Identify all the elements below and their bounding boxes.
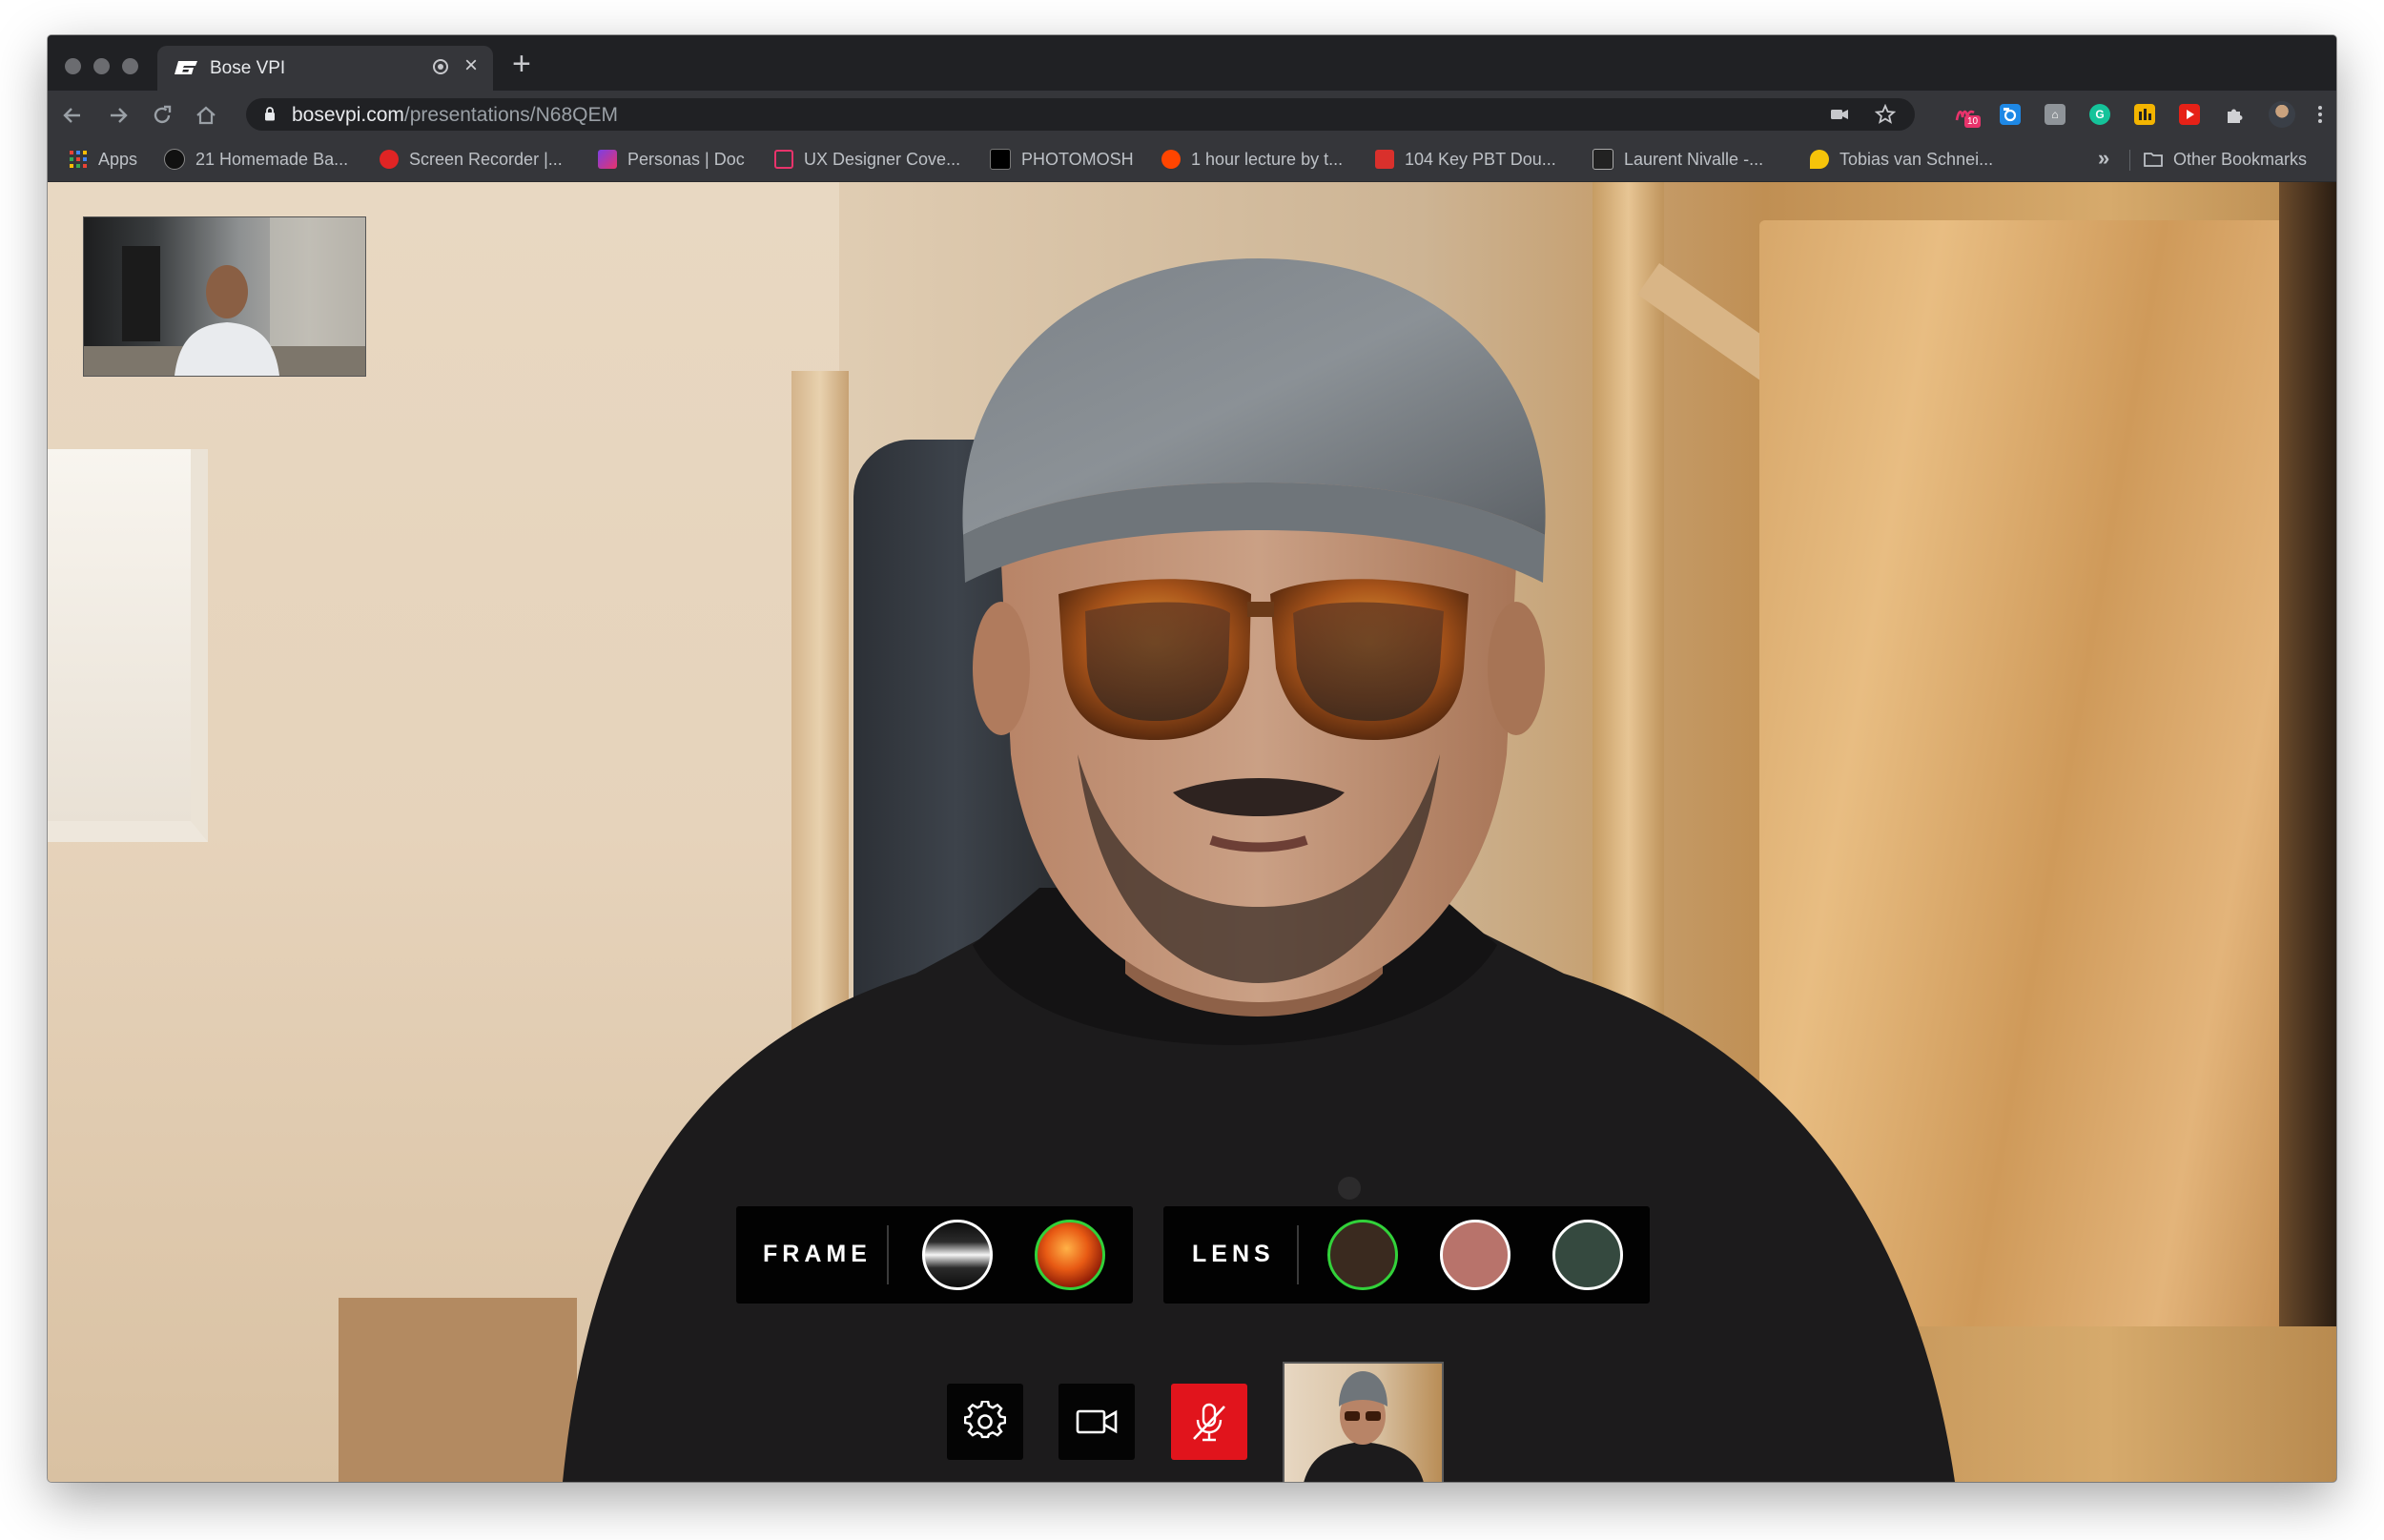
lens-panel: LENS bbox=[1163, 1206, 1650, 1304]
browser-window: Bose VPI × + bosevpi.com/presentations/N… bbox=[48, 35, 2336, 1482]
key-pbt-favicon-icon bbox=[1375, 150, 1394, 169]
bookmark-ux-designer[interactable]: UX Designer Cove... bbox=[774, 147, 960, 172]
background-window bbox=[48, 449, 208, 842]
home-icon[interactable] bbox=[193, 102, 219, 129]
bookmark-star-icon[interactable] bbox=[1875, 104, 1896, 125]
bookmark-tobias[interactable]: Tobias van Schnei... bbox=[1810, 147, 1993, 172]
reload-icon[interactable] bbox=[149, 102, 175, 129]
tab-bose-vpi[interactable]: Bose VPI × bbox=[157, 46, 493, 91]
camera-extension-icon[interactable] bbox=[2000, 104, 2021, 125]
homemade-favicon-icon bbox=[164, 149, 185, 170]
folder-icon bbox=[2144, 153, 2163, 167]
forward-arrow-icon[interactable] bbox=[105, 102, 132, 129]
bookmark-personas[interactable]: Personas | Doc bbox=[598, 147, 745, 172]
address-bar[interactable]: bosevpi.com/presentations/N68QEM bbox=[246, 98, 1915, 131]
ux-designer-favicon-icon bbox=[774, 150, 793, 169]
laurent-favicon-icon bbox=[1593, 149, 1613, 170]
frame-swatch-black[interactable] bbox=[922, 1220, 993, 1290]
bookmark-apps[interactable]: Apps bbox=[69, 147, 137, 172]
tab-strip: Bose VPI × + bbox=[48, 35, 2336, 91]
mojo-badge: 10 bbox=[1964, 115, 1982, 128]
minimize-window-button[interactable] bbox=[93, 58, 110, 74]
video-stage: FRAME LENS bbox=[48, 182, 2336, 1482]
self-view-video[interactable] bbox=[1283, 1362, 1444, 1482]
bose-logo-icon bbox=[175, 61, 197, 74]
bookmark-key-pbt[interactable]: 104 Key PBT Dou... bbox=[1375, 147, 1556, 172]
participant-thumbnail-video bbox=[84, 217, 365, 376]
photomosh-favicon-icon bbox=[990, 149, 1011, 170]
screen-recorder-favicon-icon bbox=[380, 150, 399, 169]
camera-toggle-button[interactable] bbox=[1058, 1384, 1135, 1460]
mojo-extension-icon[interactable]: 10 bbox=[1955, 104, 1982, 128]
url-path: /presentations/N68QEM bbox=[403, 104, 618, 126]
bookmark-laurent[interactable]: Laurent Nivalle -... bbox=[1593, 147, 1763, 172]
gear-icon bbox=[964, 1401, 1006, 1439]
extensions-puzzle-icon[interactable] bbox=[2224, 104, 2245, 125]
bookmark-homemade[interactable]: 21 Homemade Ba... bbox=[164, 147, 348, 172]
video-camera-icon bbox=[1076, 1409, 1118, 1434]
apps-grid-icon bbox=[70, 151, 87, 168]
lens-label: LENS bbox=[1192, 1241, 1275, 1267]
background-shadow bbox=[2279, 182, 2336, 1326]
frame-swatch-tortoise[interactable] bbox=[1035, 1220, 1105, 1290]
maximize-window-button[interactable] bbox=[122, 58, 138, 74]
hub-extension-icon[interactable] bbox=[2134, 104, 2155, 125]
tobias-favicon-icon bbox=[1810, 150, 1829, 169]
back-arrow-icon[interactable] bbox=[59, 102, 86, 129]
bookmark-screen-recorder[interactable]: Screen Recorder |... bbox=[380, 147, 563, 172]
other-bookmarks[interactable]: Other Bookmarks bbox=[2144, 147, 2307, 172]
frame-label: FRAME bbox=[763, 1241, 872, 1267]
tile-extension-icon[interactable]: ⌂ bbox=[2045, 104, 2065, 125]
profile-avatar[interactable] bbox=[2269, 101, 2295, 128]
bookmarks-bar: Apps 21 Homemade Ba... Screen Recorder |… bbox=[48, 138, 2336, 182]
mic-muted-icon bbox=[1193, 1403, 1225, 1442]
frame-panel: FRAME bbox=[736, 1206, 1133, 1304]
lens-swatch-dark-green[interactable] bbox=[1552, 1220, 1623, 1290]
reddit-favicon-icon bbox=[1161, 150, 1181, 169]
bookmarks-overflow-button[interactable]: » bbox=[2098, 146, 2109, 171]
personas-favicon-icon bbox=[598, 150, 617, 169]
bookmark-photomosh[interactable]: PHOTOMOSH bbox=[990, 147, 1134, 172]
url-host: bosevpi.com bbox=[292, 104, 404, 126]
self-view-image bbox=[1304, 1371, 1424, 1482]
youtube-extension-icon[interactable] bbox=[2179, 104, 2200, 125]
participant-thumbnail[interactable] bbox=[83, 216, 366, 377]
new-tab-button[interactable]: + bbox=[512, 48, 531, 80]
grammarly-extension-icon[interactable]: G bbox=[2089, 104, 2110, 125]
lock-icon bbox=[265, 107, 275, 121]
mic-toggle-button[interactable] bbox=[1171, 1384, 1247, 1460]
lens-divider bbox=[1297, 1225, 1299, 1284]
lens-swatch-dark-brown[interactable] bbox=[1327, 1220, 1398, 1290]
tab-close-icon[interactable]: × bbox=[464, 54, 478, 77]
settings-button[interactable] bbox=[947, 1384, 1023, 1460]
camera-in-use-icon[interactable] bbox=[1829, 104, 1850, 125]
browser-toolbar: bosevpi.com/presentations/N68QEM 10 ⌂ G bbox=[48, 91, 2336, 138]
tab-title: Bose VPI bbox=[210, 58, 286, 78]
kebab-menu-icon[interactable] bbox=[2310, 104, 2331, 125]
url-text: bosevpi.com/presentations/N68QEM bbox=[292, 104, 618, 127]
lens-swatch-rose[interactable] bbox=[1440, 1220, 1511, 1290]
frame-divider bbox=[887, 1225, 889, 1284]
bookmarks-divider bbox=[2129, 150, 2130, 171]
close-window-button[interactable] bbox=[65, 58, 81, 74]
recording-indicator-icon bbox=[433, 59, 448, 74]
bookmark-lecture[interactable]: 1 hour lecture by t... bbox=[1161, 147, 1343, 172]
